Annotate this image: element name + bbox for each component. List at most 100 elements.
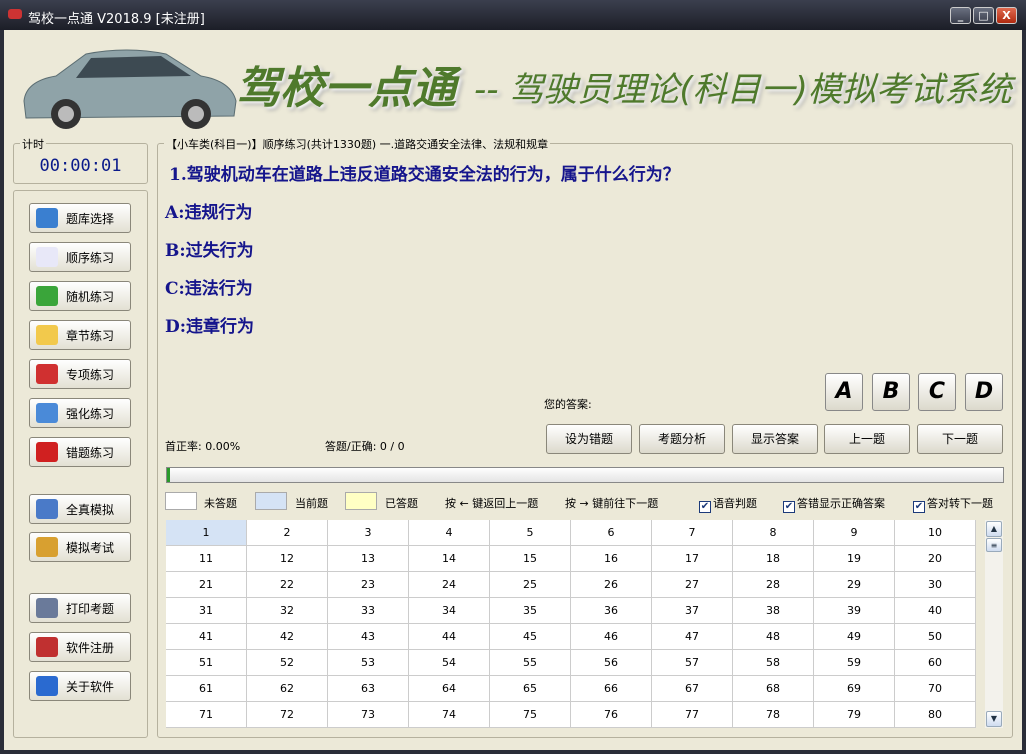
question-cell[interactable]: 63 <box>328 676 409 702</box>
sidebar-button-7[interactable]: 全真模拟 <box>29 494 131 524</box>
question-cell[interactable]: 8 <box>733 520 814 546</box>
question-cell[interactable]: 9 <box>814 520 895 546</box>
minimize-button[interactable]: _ <box>950 7 971 24</box>
question-cell[interactable]: 66 <box>571 676 652 702</box>
question-cell[interactable]: 13 <box>328 546 409 572</box>
option-c[interactable]: C:违法行为 <box>165 274 253 299</box>
question-cell[interactable]: 36 <box>571 598 652 624</box>
question-cell[interactable]: 37 <box>652 598 733 624</box>
question-cell[interactable]: 17 <box>652 546 733 572</box>
answer-a-button[interactable]: A <box>825 373 863 411</box>
question-cell[interactable]: 70 <box>895 676 976 702</box>
question-cell[interactable]: 16 <box>571 546 652 572</box>
checkbox-icon[interactable]: ✔ <box>783 501 795 513</box>
voice-check[interactable]: ✔ 语音判题 <box>699 495 757 513</box>
question-cell[interactable]: 44 <box>409 624 490 650</box>
close-button[interactable]: X <box>996 7 1017 24</box>
question-cell[interactable]: 51 <box>166 650 247 676</box>
question-cell[interactable]: 1 <box>166 520 247 546</box>
question-cell[interactable]: 68 <box>733 676 814 702</box>
question-cell[interactable]: 58 <box>733 650 814 676</box>
question-cell[interactable]: 19 <box>814 546 895 572</box>
grid-scrollbar[interactable]: ▲ ≡ ▼ <box>985 520 1003 728</box>
question-cell[interactable]: 10 <box>895 520 976 546</box>
answer-d-button[interactable]: D <box>965 373 1003 411</box>
sidebar-button-10[interactable]: 软件注册 <box>29 632 131 662</box>
mark-wrong-button[interactable]: 设为错题 <box>546 424 632 454</box>
question-cell[interactable]: 42 <box>247 624 328 650</box>
question-cell[interactable]: 46 <box>571 624 652 650</box>
question-cell[interactable]: 71 <box>166 702 247 728</box>
question-cell[interactable]: 76 <box>571 702 652 728</box>
question-cell[interactable]: 52 <box>247 650 328 676</box>
question-cell[interactable]: 67 <box>652 676 733 702</box>
show-correct-check[interactable]: ✔ 答错显示正确答案 <box>783 495 885 513</box>
question-cell[interactable]: 59 <box>814 650 895 676</box>
question-cell[interactable]: 40 <box>895 598 976 624</box>
question-cell[interactable]: 50 <box>895 624 976 650</box>
question-cell[interactable]: 41 <box>166 624 247 650</box>
question-cell[interactable]: 49 <box>814 624 895 650</box>
question-cell[interactable]: 69 <box>814 676 895 702</box>
question-cell[interactable]: 20 <box>895 546 976 572</box>
sidebar-button-3[interactable]: 章节练习 <box>29 320 131 350</box>
question-cell[interactable]: 54 <box>409 650 490 676</box>
question-cell[interactable]: 79 <box>814 702 895 728</box>
question-cell[interactable]: 11 <box>166 546 247 572</box>
question-cell[interactable]: 61 <box>166 676 247 702</box>
question-cell[interactable]: 28 <box>733 572 814 598</box>
question-cell[interactable]: 73 <box>328 702 409 728</box>
question-cell[interactable]: 35 <box>490 598 571 624</box>
next-button[interactable]: 下一题 <box>917 424 1003 454</box>
scroll-thumb[interactable]: ≡ <box>986 538 1002 552</box>
question-cell[interactable]: 55 <box>490 650 571 676</box>
checkbox-icon[interactable]: ✔ <box>913 501 925 513</box>
question-cell[interactable]: 72 <box>247 702 328 728</box>
question-cell[interactable]: 22 <box>247 572 328 598</box>
question-cell[interactable]: 24 <box>409 572 490 598</box>
question-cell[interactable]: 33 <box>328 598 409 624</box>
question-cell[interactable]: 29 <box>814 572 895 598</box>
sidebar-button-2[interactable]: 随机练习 <box>29 281 131 311</box>
question-cell[interactable]: 62 <box>247 676 328 702</box>
sidebar-button-0[interactable]: 题库选择 <box>29 203 131 233</box>
answer-b-button[interactable]: B <box>872 373 910 411</box>
question-cell[interactable]: 15 <box>490 546 571 572</box>
question-cell[interactable]: 56 <box>571 650 652 676</box>
question-cell[interactable]: 5 <box>490 520 571 546</box>
question-cell[interactable]: 21 <box>166 572 247 598</box>
question-cell[interactable]: 6 <box>571 520 652 546</box>
question-cell[interactable]: 74 <box>409 702 490 728</box>
question-cell[interactable]: 34 <box>409 598 490 624</box>
question-cell[interactable]: 77 <box>652 702 733 728</box>
maximize-button[interactable]: □ <box>973 7 994 24</box>
question-cell[interactable]: 2 <box>247 520 328 546</box>
question-cell[interactable]: 57 <box>652 650 733 676</box>
question-cell[interactable]: 78 <box>733 702 814 728</box>
question-cell[interactable]: 27 <box>652 572 733 598</box>
scroll-up-icon[interactable]: ▲ <box>986 521 1002 537</box>
sidebar-button-9[interactable]: 打印考题 <box>29 593 131 623</box>
question-cell[interactable]: 75 <box>490 702 571 728</box>
question-cell[interactable]: 23 <box>328 572 409 598</box>
auto-next-check[interactable]: ✔ 答对转下一题 <box>913 495 993 513</box>
question-cell[interactable]: 47 <box>652 624 733 650</box>
previous-button[interactable]: 上一题 <box>824 424 910 454</box>
analysis-button[interactable]: 考题分析 <box>639 424 725 454</box>
checkbox-icon[interactable]: ✔ <box>699 501 711 513</box>
answer-c-button[interactable]: C <box>918 373 956 411</box>
question-cell[interactable]: 7 <box>652 520 733 546</box>
option-d[interactable]: D:违章行为 <box>165 312 254 337</box>
question-cell[interactable]: 65 <box>490 676 571 702</box>
question-cell[interactable]: 53 <box>328 650 409 676</box>
question-cell[interactable]: 60 <box>895 650 976 676</box>
question-cell[interactable]: 14 <box>409 546 490 572</box>
question-cell[interactable]: 31 <box>166 598 247 624</box>
question-cell[interactable]: 43 <box>328 624 409 650</box>
question-cell[interactable]: 4 <box>409 520 490 546</box>
question-cell[interactable]: 3 <box>328 520 409 546</box>
sidebar-button-6[interactable]: 错题练习 <box>29 437 131 467</box>
question-cell[interactable]: 45 <box>490 624 571 650</box>
question-cell[interactable]: 48 <box>733 624 814 650</box>
question-cell[interactable]: 80 <box>895 702 976 728</box>
